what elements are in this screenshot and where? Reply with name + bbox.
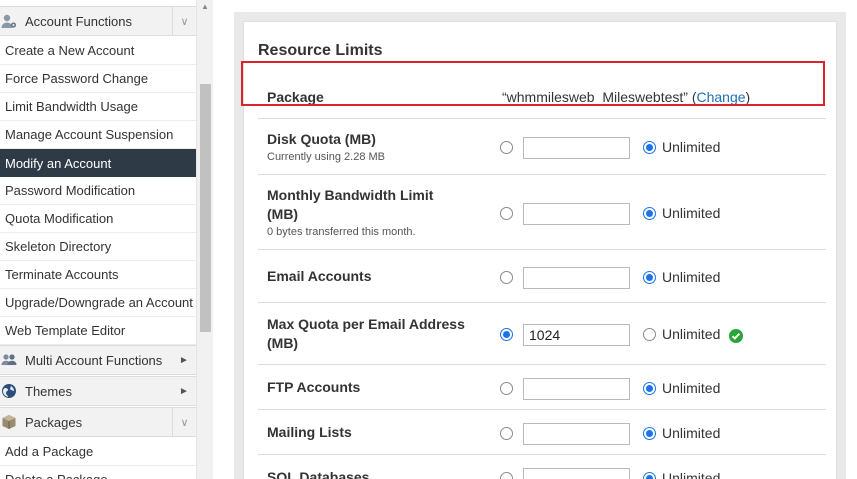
- row-label: (MB): [267, 206, 299, 222]
- package-row-highlight: [241, 61, 825, 106]
- chevron-down-icon[interactable]: ∨: [172, 6, 196, 36]
- sidebar-item-modify-an-account[interactable]: Modify an Account: [0, 149, 196, 177]
- sidebar-item-create-a-new-account[interactable]: Create a New Account: [0, 37, 196, 65]
- unlimited-label: Unlimited: [662, 326, 721, 342]
- custom-value-radio[interactable]: [500, 427, 513, 440]
- unlimited-label: Unlimited: [662, 470, 721, 479]
- sidebar-section-label: Packages: [25, 414, 83, 430]
- limit-value-input[interactable]: [523, 324, 630, 346]
- globe-icon: [0, 382, 18, 400]
- limit-value-input[interactable]: [523, 137, 630, 159]
- sidebar-item-skeleton-directory[interactable]: Skeleton Directory: [0, 233, 196, 261]
- row-label: Disk Quota (MB): [267, 131, 376, 147]
- sidebar-item-delete-a-package[interactable]: Delete a Package: [0, 466, 196, 479]
- row-label: (MB): [267, 335, 299, 351]
- unlimited-label: Unlimited: [662, 269, 721, 285]
- custom-value-radio[interactable]: [500, 382, 513, 395]
- row-sql-databases: SQL Databases Unlimited: [258, 455, 826, 479]
- row-ftp-accounts: FTP Accounts Unlimited: [258, 365, 826, 410]
- chevron-down-icon[interactable]: ∨: [172, 407, 196, 437]
- unlimited-radio[interactable]: [643, 427, 656, 440]
- sidebar-item-add-a-package[interactable]: Add a Package: [0, 438, 196, 466]
- row-label: FTP Accounts: [267, 379, 361, 395]
- sidebar-item-password-modification[interactable]: Password Modification: [0, 177, 196, 205]
- row-usage-note: 0 bytes transferred this month.: [267, 226, 416, 238]
- sidebar-item-quota-modification[interactable]: Quota Modification: [0, 205, 196, 233]
- custom-value-radio[interactable]: [500, 472, 513, 479]
- row-label: Email Accounts: [267, 268, 372, 284]
- check-circle-icon: [729, 329, 743, 343]
- resource-limits-title: Resource Limits: [258, 42, 383, 59]
- sidebar-section-packages[interactable]: Packages ∨: [0, 407, 196, 437]
- sidebar-section-label: Multi Account Functions: [25, 352, 163, 368]
- unlimited-label: Unlimited: [662, 425, 721, 441]
- sidebar-section-themes[interactable]: Themes ►: [0, 376, 196, 406]
- row-label: SQL Databases: [267, 469, 370, 479]
- row-max-quota-per-email-address-mb: Max Quota per Email Address (MB) Unlimited: [258, 303, 826, 365]
- limit-value-input[interactable]: [523, 203, 630, 225]
- row-label: Monthly Bandwidth Limit: [267, 187, 434, 203]
- limit-value-input[interactable]: [523, 378, 630, 400]
- package-icon: [0, 413, 18, 431]
- unlimited-radio[interactable]: [643, 382, 656, 395]
- sidebar-scrollbar[interactable]: ▲: [196, 0, 213, 479]
- unlimited-label: Unlimited: [662, 139, 721, 155]
- unlimited-radio[interactable]: [643, 328, 656, 341]
- unlimited-radio[interactable]: [643, 271, 656, 284]
- user-gear-icon: [0, 12, 18, 30]
- scroll-up-arrow-icon[interactable]: ▲: [201, 2, 209, 11]
- custom-value-radio[interactable]: [500, 328, 513, 341]
- unlimited-radio[interactable]: [643, 141, 656, 154]
- sidebar: Account Functions ∨ Create a New Account Fo…: [0, 0, 196, 479]
- row-usage-note: Currently using 2.28 MB: [267, 151, 385, 163]
- unlimited-radio[interactable]: [643, 472, 656, 479]
- unlimited-label: Unlimited: [662, 380, 721, 396]
- custom-value-radio[interactable]: [500, 141, 513, 154]
- triangle-right-icon[interactable]: ►: [172, 376, 196, 406]
- unlimited-radio[interactable]: [643, 207, 656, 220]
- sidebar-item-limit-bandwidth-usage[interactable]: Limit Bandwidth Usage: [0, 93, 196, 121]
- sidebar-item-force-password-change[interactable]: Force Password Change: [0, 65, 196, 93]
- limit-value-input[interactable]: [523, 423, 630, 445]
- sidebar-item-upgrade-downgrade-an-account[interactable]: Upgrade/Downgrade an Account: [0, 289, 196, 317]
- sidebar-item-web-template-editor[interactable]: Web Template Editor: [0, 317, 196, 345]
- sidebar-item-terminate-accounts[interactable]: Terminate Accounts: [0, 261, 196, 289]
- triangle-right-icon[interactable]: ►: [172, 345, 196, 375]
- sidebar-section-multi-account-functions[interactable]: Multi Account Functions ►: [0, 345, 196, 375]
- limit-value-input[interactable]: [523, 267, 630, 289]
- row-label: Mailing Lists: [267, 424, 352, 440]
- unlimited-label: Unlimited: [662, 205, 721, 221]
- limit-value-input[interactable]: [523, 468, 630, 479]
- sidebar-section-account-functions[interactable]: Account Functions ∨: [0, 6, 196, 36]
- sidebar-section-label: Themes: [25, 383, 72, 399]
- users-icon: [0, 351, 18, 369]
- row-monthly-bandwidth-limit-mb: Monthly Bandwidth Limit (MB) 0 bytes trans…: [258, 175, 826, 250]
- sidebar-section-label: Account Functions: [25, 13, 132, 29]
- scrollbar-thumb[interactable]: [200, 84, 211, 332]
- sidebar-item-manage-account-suspension[interactable]: Manage Account Suspension: [0, 121, 196, 149]
- custom-value-radio[interactable]: [500, 207, 513, 220]
- custom-value-radio[interactable]: [500, 271, 513, 284]
- row-email-accounts: Email Accounts Unlimited: [258, 250, 826, 303]
- row-disk-quota-mb: Disk Quota (MB) Currently using 2.28 MB Un…: [258, 119, 826, 175]
- row-label: Max Quota per Email Address: [267, 316, 465, 332]
- row-mailing-lists: Mailing Lists Unlimited: [258, 410, 826, 455]
